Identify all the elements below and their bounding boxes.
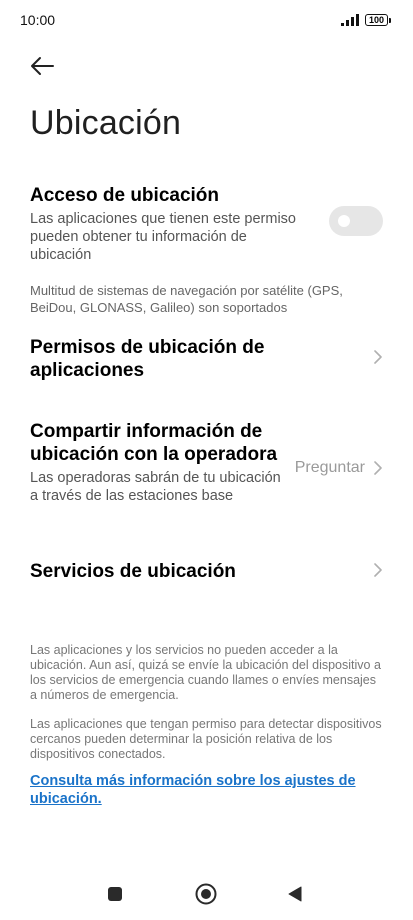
- location-services-title: Servicios de ubicación: [30, 561, 236, 582]
- carrier-sharing-description: Las operadoras sabrán de tu ubicación a …: [30, 470, 281, 504]
- recents-button[interactable]: [106, 885, 124, 903]
- location-access-toggle[interactable]: [329, 206, 383, 236]
- toggle-knob: [338, 215, 350, 227]
- learn-more-link[interactable]: Consulta más información sobre los ajust…: [30, 772, 373, 808]
- location-access-title: Acceso de ubicación: [30, 185, 220, 206]
- footer-emergency-note: Las aplicaciones y los servicios no pued…: [30, 643, 381, 702]
- chevron-right-icon: [374, 350, 382, 364]
- back-nav-button[interactable]: [286, 885, 304, 903]
- signal-icon: [340, 14, 359, 26]
- circle-icon: [195, 883, 217, 905]
- carrier-sharing-value[interactable]: Preguntar: [295, 459, 365, 477]
- battery-icon: 100: [364, 14, 391, 26]
- carrier-sharing-title: Compartir información de ubicación con l…: [30, 421, 278, 465]
- status-bar: 10:00 100: [0, 0, 413, 40]
- location-access-row[interactable]: Acceso de ubicación Las aplicaciones que…: [30, 184, 303, 264]
- battery-level: 100: [364, 14, 388, 26]
- footer-nearby-devices-note: Las aplicaciones que tengan permiso para…: [30, 717, 382, 761]
- location-settings-screen: 10:00 100 Ubicación Acceso de ubicación …: [0, 0, 413, 920]
- app-permissions-title: Permisos de ubicación de aplicaciones: [30, 337, 265, 381]
- status-icons: 100: [340, 14, 391, 26]
- page-title: Ubicación: [30, 104, 182, 142]
- chevron-right-icon: [374, 563, 382, 577]
- app-permissions-row[interactable]: Permisos de ubicación de aplicaciones: [30, 336, 333, 382]
- triangle-left-icon: [288, 886, 302, 902]
- gnss-note: Multitud de sistemas de navegación por s…: [30, 283, 343, 315]
- navigation-bar: [0, 870, 413, 920]
- arrow-left-icon: [31, 57, 54, 75]
- status-time: 10:00: [20, 12, 56, 28]
- back-button[interactable]: [26, 50, 58, 82]
- square-icon: [108, 887, 122, 901]
- carrier-sharing-row[interactable]: Compartir información de ubicación con l…: [30, 420, 285, 505]
- location-services-row[interactable]: Servicios de ubicación: [30, 560, 333, 583]
- chevron-right-icon: [374, 461, 382, 475]
- location-access-description: Las aplicaciones que tienen este permiso…: [30, 211, 296, 263]
- home-button[interactable]: [194, 882, 218, 906]
